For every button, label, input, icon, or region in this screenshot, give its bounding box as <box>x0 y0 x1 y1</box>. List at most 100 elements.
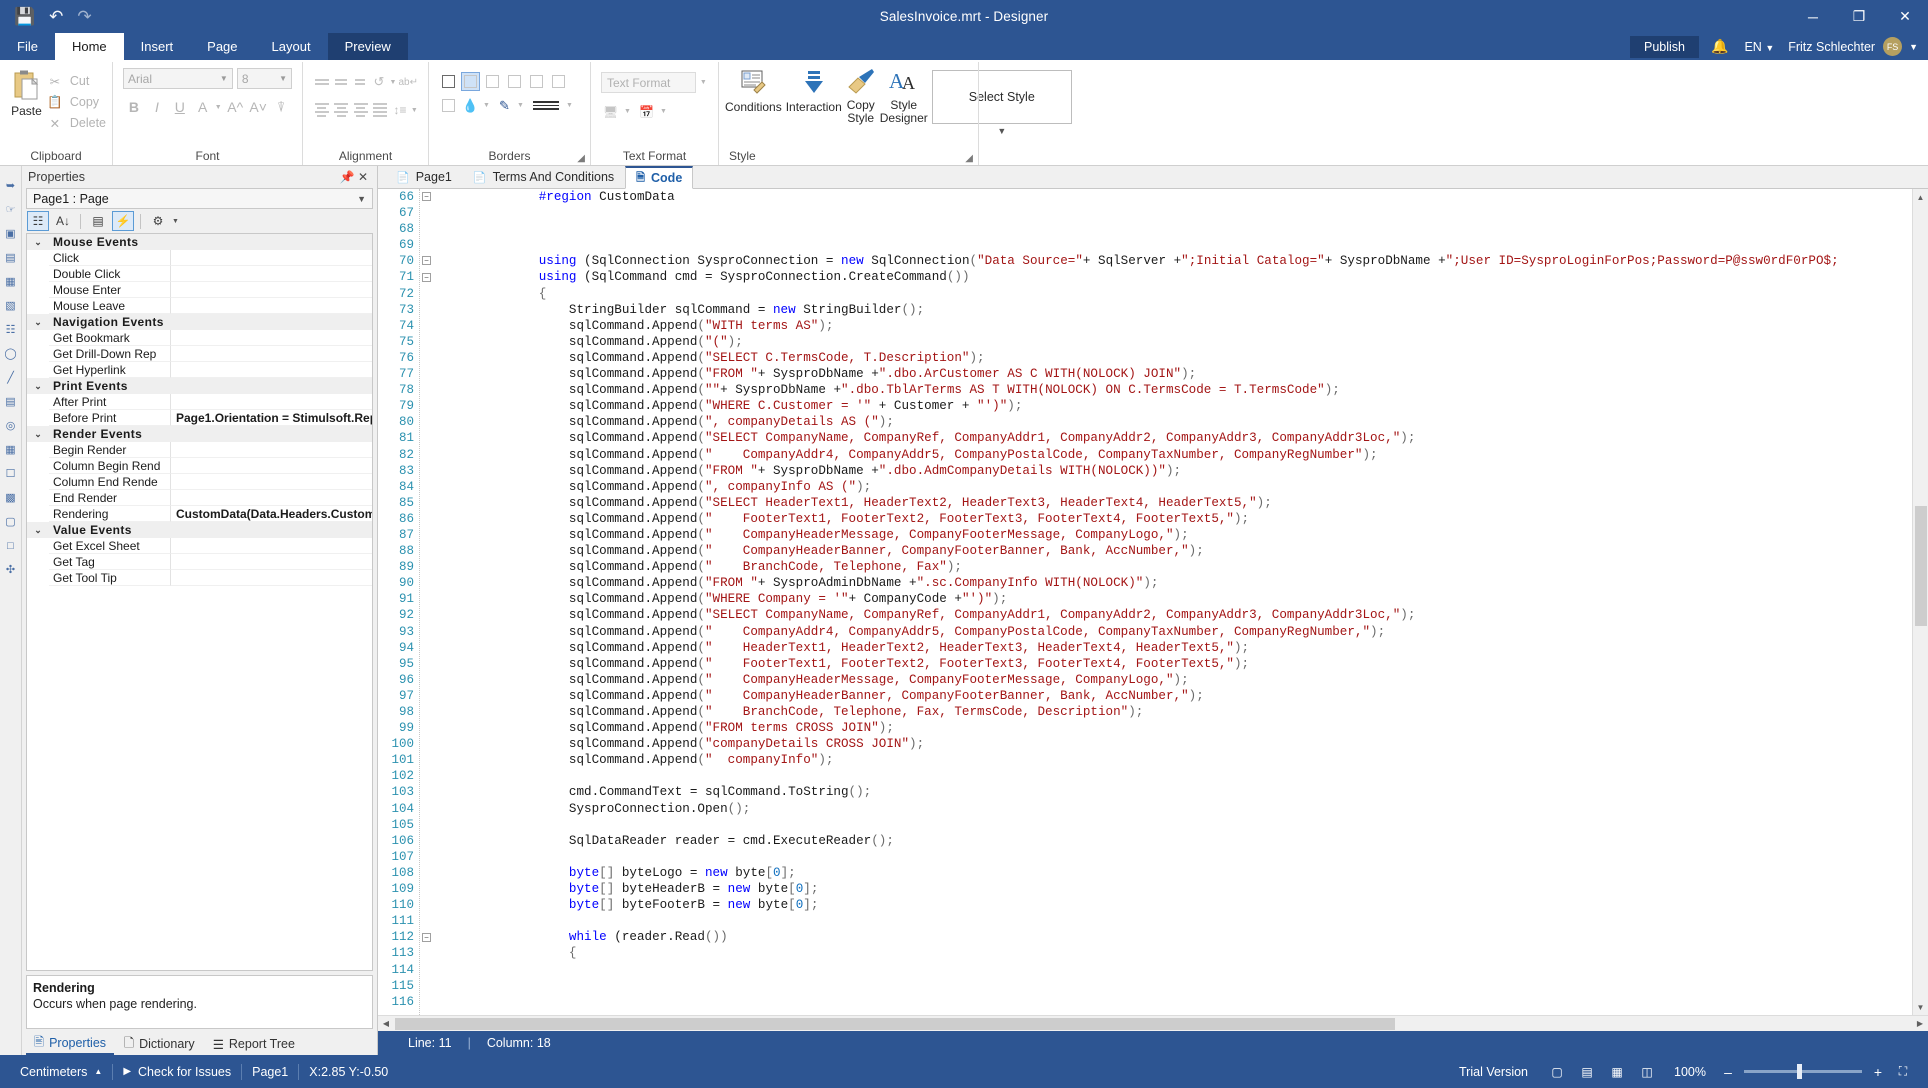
scroll-left-icon[interactable]: ◀ <box>378 1016 394 1032</box>
code-line[interactable] <box>448 978 1912 994</box>
property-row[interactable]: Get Drill-Down Rep <box>27 346 372 362</box>
property-row[interactable]: Rendering CustomData(Data.Headers.Custome… <box>27 506 372 522</box>
rich-text-tool-icon[interactable]: ▦ <box>3 274 18 289</box>
subreport-tool-icon[interactable]: ▩ <box>3 490 18 505</box>
ribbon-tab-preview[interactable]: Preview <box>327 33 408 60</box>
property-row[interactable]: Before Print Page1.Orientation = Stimulso… <box>27 410 372 426</box>
ribbon-tab-home[interactable]: Home <box>54 33 124 60</box>
code-line[interactable]: cmd.CommandText = sqlCommand.ToString(); <box>448 784 1912 800</box>
code-line[interactable]: sqlCommand.Append("FROM "+ SysproDbName … <box>448 366 1912 382</box>
property-row[interactable]: Mouse Enter <box>27 282 372 298</box>
close-icon[interactable]: ✕ <box>355 170 371 184</box>
borders-dialog-launcher-icon[interactable]: ◢ <box>577 153 585 164</box>
shape-tool-icon[interactable]: ◯ <box>3 346 18 361</box>
publish-button[interactable]: Publish <box>1630 35 1700 58</box>
chevron-down-icon[interactable]: ▼ <box>700 79 708 86</box>
property-value[interactable] <box>171 250 372 266</box>
code-line[interactable]: sqlCommand.Append(" HeaderText1, HeaderT… <box>448 640 1912 656</box>
continuous-view-icon[interactable]: ▤ <box>1574 1061 1600 1082</box>
code-line[interactable]: sqlCommand.Append("FROM terms CROSS JOIN… <box>448 720 1912 736</box>
code-line[interactable]: byte[] byteLogo = new byte[0]; <box>448 865 1912 881</box>
fit-width-icon[interactable]: ◫ <box>1634 1061 1660 1082</box>
doc-tab-code[interactable]: 🗎 Code <box>625 166 694 189</box>
panel-tool-icon[interactable]: □ <box>3 538 18 553</box>
tab-dictionary[interactable]: 🗋 Dictionary <box>116 1033 203 1055</box>
table-tool-icon[interactable]: ▦ <box>3 442 18 457</box>
fold-toggle-icon[interactable]: − <box>422 192 431 201</box>
code-line[interactable]: while (reader.Read()) <box>448 929 1912 945</box>
ribbon-tab-page[interactable]: Page <box>190 33 254 60</box>
border-right-button[interactable] <box>527 72 546 91</box>
text-tool-icon[interactable]: ▣ <box>3 226 18 241</box>
property-row[interactable]: Begin Render <box>27 442 372 458</box>
chevron-down-icon[interactable]: ⌄ <box>27 522 49 538</box>
doc-tab-terms-and-conditions[interactable]: 📄 Terms And Conditions <box>462 166 625 188</box>
property-value[interactable] <box>171 570 372 586</box>
paste-button[interactable]: Paste <box>6 68 47 118</box>
code-text[interactable]: #region CustomData using (SqlConnection … <box>434 189 1912 1015</box>
cut-button[interactable]: ✂ Cut <box>47 73 106 89</box>
cross-tab-tool-icon[interactable]: ✣ <box>3 562 18 577</box>
settings-gear-icon[interactable]: ⚙ <box>147 211 169 231</box>
chart-tool-icon[interactable]: ▤ <box>3 394 18 409</box>
format-datetime-icon[interactable]: 📅 <box>637 102 656 121</box>
single-page-view-icon[interactable]: ▢ <box>1544 1061 1570 1082</box>
chevron-down-icon[interactable]: ▼ <box>411 107 418 114</box>
code-line[interactable]: { <box>448 945 1912 961</box>
code-line[interactable] <box>448 205 1912 221</box>
property-row[interactable]: Double Click <box>27 266 372 282</box>
hscroll-thumb[interactable] <box>395 1017 1395 1030</box>
font-color-button[interactable]: A <box>192 96 214 118</box>
property-category-row[interactable]: ⌄ Value Events <box>27 522 372 538</box>
property-row[interactable]: Get Tag <box>27 554 372 570</box>
property-value[interactable] <box>171 538 372 554</box>
property-row[interactable]: End Render <box>27 490 372 506</box>
property-category-row[interactable]: ⌄ Navigation Events <box>27 314 372 330</box>
undo-icon[interactable]: ↶ <box>49 8 63 25</box>
object-selector-combo[interactable]: Page1 : Page ▼ <box>26 188 373 209</box>
property-row[interactable]: Mouse Leave <box>27 298 372 314</box>
chevron-down-icon[interactable]: ▼ <box>172 218 181 225</box>
code-line[interactable]: sqlCommand.Append("WHERE C.Customer = '"… <box>448 398 1912 414</box>
copy-style-button[interactable]: Copy Style <box>846 66 876 125</box>
property-row[interactable]: Column Begin Rend <box>27 458 372 474</box>
property-value[interactable] <box>171 474 372 490</box>
property-row[interactable]: Get Excel Sheet <box>27 538 372 554</box>
close-button[interactable]: ✕ <box>1882 0 1928 33</box>
property-row[interactable]: After Print <box>27 394 372 410</box>
code-line[interactable]: sqlCommand.Append(""+ SysproDbName +".db… <box>448 382 1912 398</box>
underline-button[interactable]: U <box>169 96 191 118</box>
barcode-tool-icon[interactable]: ☷ <box>3 322 18 337</box>
code-line[interactable]: sqlCommand.Append("SELECT HeaderText1, H… <box>448 495 1912 511</box>
code-line[interactable]: sqlCommand.Append(" CompanyAddr4, Compan… <box>448 624 1912 640</box>
property-value[interactable] <box>171 394 372 410</box>
multipage-view-icon[interactable]: ▦ <box>1604 1061 1630 1082</box>
code-line[interactable]: sqlCommand.Append("("); <box>448 334 1912 350</box>
code-line[interactable]: sqlCommand.Append(" CompanyHeaderMessage… <box>448 527 1912 543</box>
save-icon[interactable]: 💾 <box>14 8 35 25</box>
code-folding-margin[interactable]: − − − − <box>420 189 434 1015</box>
chevron-down-icon[interactable]: ▼ <box>566 102 575 109</box>
chevron-down-icon[interactable]: ▼ <box>624 108 633 115</box>
text-format-combo[interactable]: Text Format <box>601 72 696 93</box>
code-line[interactable]: sqlCommand.Append("SELECT CompanyName, C… <box>448 430 1912 446</box>
select-tool-icon[interactable]: ➥ <box>3 178 18 193</box>
style-designer-button[interactable]: A A Style Designer <box>880 66 928 125</box>
property-value[interactable]: CustomData(Data.Headers.Customer) <box>171 506 372 522</box>
property-value[interactable] <box>171 298 372 314</box>
code-line[interactable]: StringBuilder sqlCommand = new StringBui… <box>448 302 1912 318</box>
line-spacing-button[interactable]: ↕≡ <box>391 100 409 120</box>
code-line[interactable]: using (SqlConnection SysproConnection = … <box>448 253 1912 269</box>
italic-button[interactable]: I <box>146 96 168 118</box>
code-line[interactable] <box>448 817 1912 833</box>
code-line[interactable]: sqlCommand.Append(" BranchCode, Telephon… <box>448 559 1912 575</box>
code-line[interactable]: sqlCommand.Append(", companyDetails AS (… <box>448 414 1912 430</box>
fold-toggle-icon[interactable]: − <box>422 256 431 266</box>
code-line[interactable]: sqlCommand.Append(" companyInfo"); <box>448 752 1912 768</box>
property-category-row[interactable]: ⌄ Mouse Events <box>27 234 372 250</box>
image-tool-icon[interactable]: ▧ <box>3 298 18 313</box>
tab-properties[interactable]: 🖹 Properties <box>26 1033 115 1055</box>
code-vertical-scrollbar[interactable]: ▲ ▼ <box>1912 189 1928 1015</box>
code-line[interactable]: sqlCommand.Append("WITH terms AS"); <box>448 318 1912 334</box>
maximize-button[interactable]: ❐ <box>1836 0 1882 33</box>
